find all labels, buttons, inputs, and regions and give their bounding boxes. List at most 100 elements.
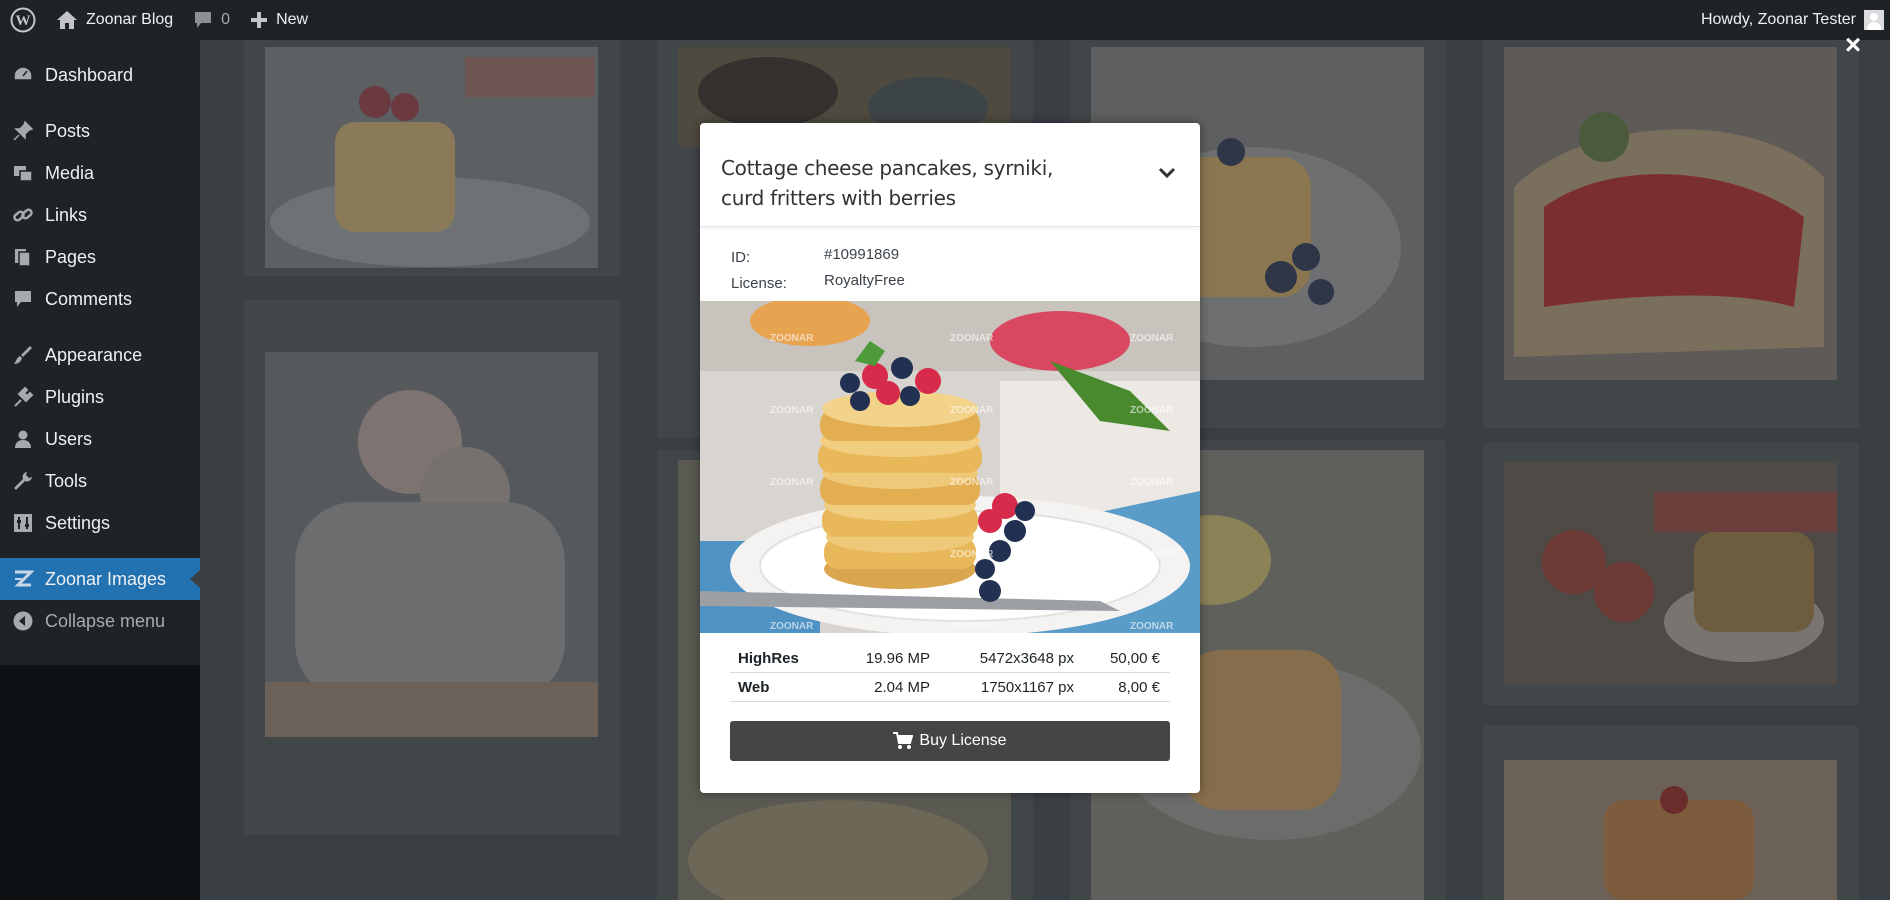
watermark: ZOONAR	[1130, 333, 1174, 344]
watermark: ZOONAR	[1130, 405, 1174, 416]
home-icon	[57, 11, 77, 29]
price-table: HighRes 19.96 MP 5472x3648 px 50,00 € We…	[730, 644, 1170, 702]
menu-item-dashboard[interactable]: Dashboard	[0, 54, 200, 96]
menu-item-links[interactable]: Links	[0, 194, 200, 236]
site-name: Zoonar Blog	[86, 11, 174, 28]
menu-item-plugins[interactable]: Plugins	[0, 376, 200, 418]
menu-item-appearance[interactable]: Appearance	[0, 334, 200, 376]
pages-icon	[15, 249, 31, 267]
menu-label-appearance: Appearance	[45, 344, 143, 365]
plus-icon	[251, 12, 268, 28]
buy-license-button[interactable]: Buy License	[730, 721, 1170, 761]
watermark: ZOONAR	[770, 333, 814, 344]
watermark: ZOONAR	[1130, 621, 1174, 632]
greeting: Howdy, Zoonar Tester	[1700, 11, 1856, 28]
price-amount: 8,00 €	[1118, 679, 1160, 696]
wordpress-logo-button[interactable]: W	[0, 0, 46, 40]
menu-label-pages: Pages	[45, 246, 97, 267]
menu-label-settings: Settings	[45, 512, 111, 533]
menu-label-users: Users	[45, 428, 93, 449]
watermark: ZOONAR	[770, 549, 814, 560]
menu-item-comments[interactable]: Comments	[0, 278, 200, 320]
price-name: HighRes	[738, 650, 799, 667]
menu-label-tools: Tools	[45, 470, 88, 491]
watermark: ZOONAR	[950, 621, 994, 632]
pin-icon	[13, 120, 34, 141]
collapse-icon	[13, 611, 33, 631]
menu-label-media: Media	[45, 162, 95, 183]
watermark: ZOONAR	[950, 549, 994, 560]
watermark: ZOONAR	[1130, 549, 1174, 560]
gallery-image[interactable]	[265, 47, 598, 268]
menu-item-users[interactable]: Users	[0, 418, 200, 460]
price-row-highres[interactable]: HighRes 19.96 MP 5472x3648 px 50,00 €	[730, 644, 1170, 673]
watermark: ZOONAR	[950, 405, 994, 416]
media-icon	[14, 166, 33, 182]
admin-bar: W Zoonar Blog 0 New Howdy, Zoonar Tester	[0, 0, 1890, 40]
price-dimensions: 5472x3648 px	[979, 650, 1074, 667]
comments-count: 0	[221, 11, 231, 28]
image-detail-modal: Cottage cheese pancakes, syrniki, curd f…	[700, 123, 1200, 793]
price-dimensions: 1750x1167 px	[980, 679, 1074, 696]
price-amount: 50,00 €	[1109, 650, 1160, 667]
comment-icon	[15, 291, 31, 307]
price-name: Web	[738, 679, 770, 696]
watermark: ZOONAR	[950, 333, 994, 344]
watermark: ZOONAR	[950, 477, 994, 488]
watermark: ZOONAR	[770, 477, 814, 488]
license-label: License:	[731, 275, 787, 292]
gallery-image[interactable]	[265, 352, 598, 737]
new-label: New	[276, 11, 309, 28]
watermark: ZOONAR	[770, 405, 814, 416]
svg-text:W: W	[16, 13, 31, 29]
wordpress-icon: W	[10, 7, 36, 33]
menu-label-zoonar-images: Zoonar Images	[45, 568, 167, 589]
modal-header[interactable]: Cottage cheese pancakes, syrniki, curd f…	[700, 123, 1200, 227]
menu-label-plugins: Plugins	[45, 386, 105, 407]
close-icon[interactable]: ×	[1840, 31, 1866, 59]
admin-sidebar: Dashboard Posts Media Links Pages Commen…	[0, 40, 200, 900]
price-row-web[interactable]: Web 2.04 MP 1750x1167 px 8,00 €	[730, 673, 1170, 702]
watermark: ZOONAR	[1130, 477, 1174, 488]
dashboard-icon	[13, 66, 33, 81]
gallery-image[interactable]	[1504, 47, 1837, 380]
admin-menu: Dashboard Posts Media Links Pages Commen…	[0, 40, 200, 665]
site-name-link[interactable]: Zoonar Blog	[46, 0, 183, 40]
image-meta: ID: #10991869 License: RoyaltyFree	[700, 228, 1200, 304]
plugin-icon	[14, 386, 34, 407]
menu-label-links: Links	[45, 204, 88, 225]
wrench-icon	[14, 472, 32, 490]
menu-label-dashboard: Dashboard	[45, 64, 134, 85]
menu-item-zoonar-images[interactable]: Zoonar Images	[0, 558, 200, 600]
avatar	[1864, 10, 1884, 30]
account-menu[interactable]: Howdy, Zoonar Tester	[1701, 10, 1890, 30]
chevron-down-icon[interactable]	[1158, 167, 1176, 179]
id-label: ID:	[731, 249, 751, 266]
cart-icon	[893, 732, 914, 749]
modal-title: Cottage cheese pancakes, syrniki, curd f…	[721, 156, 1054, 210]
watermark: ZOONAR	[770, 621, 814, 632]
gallery-image[interactable]	[1504, 760, 1837, 900]
image-preview: ZOONAR ZOONAR ZOONAR ZOONAR ZOONAR ZOONA…	[700, 301, 1200, 633]
menu-item-tools[interactable]: Tools	[0, 460, 200, 502]
price-megapixels: 2.04 MP	[874, 679, 930, 696]
menu-label-collapse: Collapse menu	[45, 610, 166, 631]
menu-label-posts: Posts	[45, 120, 91, 141]
buy-license-label: Buy License	[919, 732, 1007, 749]
menu-item-posts[interactable]: Posts	[0, 110, 200, 152]
menu-item-media[interactable]: Media	[0, 152, 200, 194]
comments-link[interactable]: 0	[183, 0, 240, 40]
brush-icon	[14, 346, 32, 364]
comment-icon	[195, 12, 212, 28]
gallery-image[interactable]	[1504, 462, 1837, 685]
menu-label-comments: Comments	[45, 288, 133, 309]
collapse-menu-button[interactable]: Collapse menu	[0, 600, 200, 642]
zoonar-icon	[14, 570, 34, 587]
new-content-link[interactable]: New	[240, 0, 318, 40]
user-icon	[15, 430, 31, 448]
menu-item-settings[interactable]: Settings	[0, 502, 200, 544]
id-value: #10991869	[824, 246, 900, 263]
link-icon	[13, 208, 33, 222]
menu-item-pages[interactable]: Pages	[0, 236, 200, 278]
settings-icon	[14, 514, 32, 532]
